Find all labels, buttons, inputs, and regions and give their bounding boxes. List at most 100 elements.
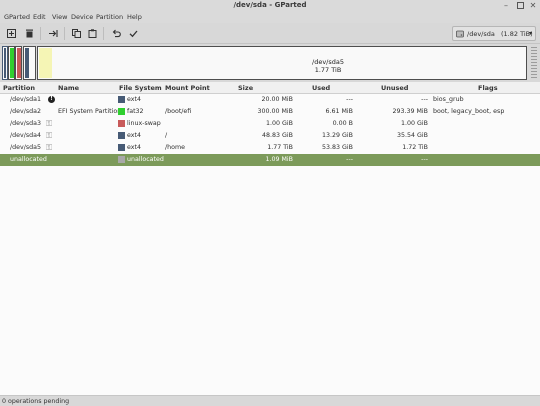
key-icon: ⚿	[46, 143, 53, 152]
undo-icon[interactable]	[110, 27, 123, 40]
partition-unused: 1.00 GiB	[401, 120, 428, 127]
toolbar-separator	[103, 27, 104, 40]
device-size: (1.82 TiB)	[501, 30, 533, 38]
menu-help[interactable]: Help	[127, 13, 142, 21]
filesystem-color-swatch	[118, 108, 125, 115]
partition-used: ---	[346, 96, 353, 103]
menu-bar: GParted Edit View Device Partition Help	[0, 11, 540, 23]
delete-icon[interactable]	[23, 27, 36, 40]
map-partition-size: 1.77 TiB	[314, 66, 342, 74]
menu-gparted[interactable]: GParted	[4, 13, 30, 21]
new-icon[interactable]	[5, 27, 18, 40]
map-partition-name: /dev/sda5	[312, 58, 344, 66]
resize-icon[interactable]	[46, 27, 59, 40]
partition-size: 1.00 GiB	[266, 120, 293, 127]
filesystem-color-swatch	[118, 132, 125, 139]
partition-path: /dev/sda5	[10, 144, 41, 151]
copy-icon[interactable]	[70, 27, 83, 40]
partition-size: 48.83 GiB	[262, 132, 293, 139]
partition-used: 13.29 GiB	[322, 132, 353, 139]
partition-flags: boot, legacy_boot, esp	[433, 108, 505, 115]
table-row[interactable]: /dev/sda1 ! ext4 20.00 MiB --- --- bios_…	[0, 94, 540, 106]
partition-unused: 1.72 TiB	[402, 144, 428, 151]
resize-grip[interactable]	[531, 47, 537, 79]
partition-size: 1.77 TiB	[267, 144, 293, 151]
filesystem-type: unallocated	[127, 156, 164, 163]
disk-map: /dev/sda5 1.77 TiB	[2, 46, 529, 80]
mount-point: /boot/efi	[165, 108, 192, 115]
col-filesystem[interactable]: File System	[119, 84, 162, 92]
device-name: /dev/sda	[467, 30, 495, 38]
table-row[interactable]: /dev/sda4 ⚿ ext4 / 48.83 GiB 13.29 GiB 3…	[0, 130, 540, 142]
operations-pending: 0 operations pending	[2, 398, 70, 405]
map-selected-label: /dev/sda5 1.77 TiB	[238, 58, 418, 74]
harddisk-icon	[456, 30, 464, 38]
col-flags[interactable]: Flags	[478, 84, 498, 92]
title-bar: /dev/sda - GParted – ✕	[0, 0, 540, 11]
warning-icon: !	[48, 96, 55, 103]
partition-unused: 35.54 GiB	[397, 132, 428, 139]
disk-map-area: /dev/sda5 1.77 TiB	[0, 44, 540, 82]
paste-icon[interactable]	[86, 27, 99, 40]
partition-flags: bios_grub	[433, 96, 464, 103]
menu-device[interactable]: Device	[71, 13, 93, 21]
apply-icon[interactable]	[127, 27, 140, 40]
partition-path: /dev/sda3	[10, 120, 41, 127]
filesystem-color-swatch	[118, 156, 125, 163]
partition-size: 20.00 MiB	[261, 96, 293, 103]
filesystem-type: ext4	[127, 144, 141, 151]
key-icon: ⚿	[46, 119, 53, 128]
maximize-icon[interactable]	[514, 0, 526, 11]
partition-size: 1.09 MiB	[265, 156, 293, 163]
filesystem-type: fat32	[127, 108, 144, 115]
minimize-icon[interactable]: –	[500, 0, 512, 11]
filesystem-color-swatch	[118, 144, 125, 151]
partition-used: ---	[346, 156, 353, 163]
partition-unused: 293.39 MiB	[392, 108, 428, 115]
map-partition-sda4[interactable]	[23, 46, 36, 80]
table-row-selected[interactable]: unallocated unallocated 1.09 MiB --- ---	[0, 154, 540, 166]
partition-path: /dev/sda4	[10, 132, 41, 139]
table-row[interactable]: /dev/sda3 ⚿ linux-swap 1.00 GiB 0.00 B 1…	[0, 118, 540, 130]
menu-partition[interactable]: Partition	[96, 13, 123, 21]
partition-name: EFI System Partition	[58, 108, 122, 115]
col-name[interactable]: Name	[58, 84, 79, 92]
col-partition[interactable]: Partition	[3, 84, 35, 92]
menu-edit[interactable]: Edit	[33, 13, 46, 21]
toolbar-separator	[40, 27, 41, 40]
filesystem-color-swatch	[118, 96, 125, 103]
partition-table: Partition Name File System Mount Point S…	[0, 82, 540, 395]
device-selector[interactable]: /dev/sda (1.82 TiB) ▾	[452, 26, 536, 41]
col-size[interactable]: Size	[238, 84, 253, 92]
table-row[interactable]: /dev/sda2 EFI System Partition fat32 /bo…	[0, 106, 540, 118]
col-mountpoint[interactable]: Mount Point	[165, 84, 210, 92]
key-icon: ⚿	[46, 131, 53, 140]
partition-unused: ---	[421, 96, 428, 103]
map-partition-sda5[interactable]: /dev/sda5 1.77 TiB	[37, 46, 527, 80]
mount-point: /	[165, 132, 168, 139]
filesystem-color-swatch	[118, 120, 125, 127]
filesystem-type: ext4	[127, 96, 141, 103]
menu-view[interactable]: View	[52, 13, 67, 21]
partition-used: 0.00 B	[332, 120, 353, 127]
table-row[interactable]: /dev/sda5 ⚿ ext4 /home 1.77 TiB 53.83 Gi…	[0, 142, 540, 154]
col-unused[interactable]: Unused	[381, 84, 408, 92]
partition-used: 6.61 MiB	[325, 108, 353, 115]
window-title: /dev/sda - GParted	[233, 1, 307, 9]
partition-path: unallocated	[10, 156, 47, 163]
close-icon[interactable]: ✕	[527, 0, 539, 11]
partition-size: 300.00 MiB	[257, 108, 293, 115]
partition-used: 53.83 GiB	[322, 144, 353, 151]
toolbar-separator	[64, 27, 65, 40]
partition-path: /dev/sda1	[10, 96, 41, 103]
partition-unused: ---	[421, 156, 428, 163]
partition-path: /dev/sda2	[10, 108, 41, 115]
chevron-down-icon: ▾	[528, 30, 532, 37]
status-bar: 0 operations pending	[0, 395, 540, 406]
map-partition-sda2[interactable]	[8, 46, 15, 80]
table-header: Partition Name File System Mount Point S…	[0, 82, 540, 94]
mount-point: /home	[165, 144, 185, 151]
filesystem-type: linux-swap	[127, 120, 161, 127]
map-partition-sda3[interactable]	[15, 46, 22, 80]
col-used[interactable]: Used	[312, 84, 330, 92]
